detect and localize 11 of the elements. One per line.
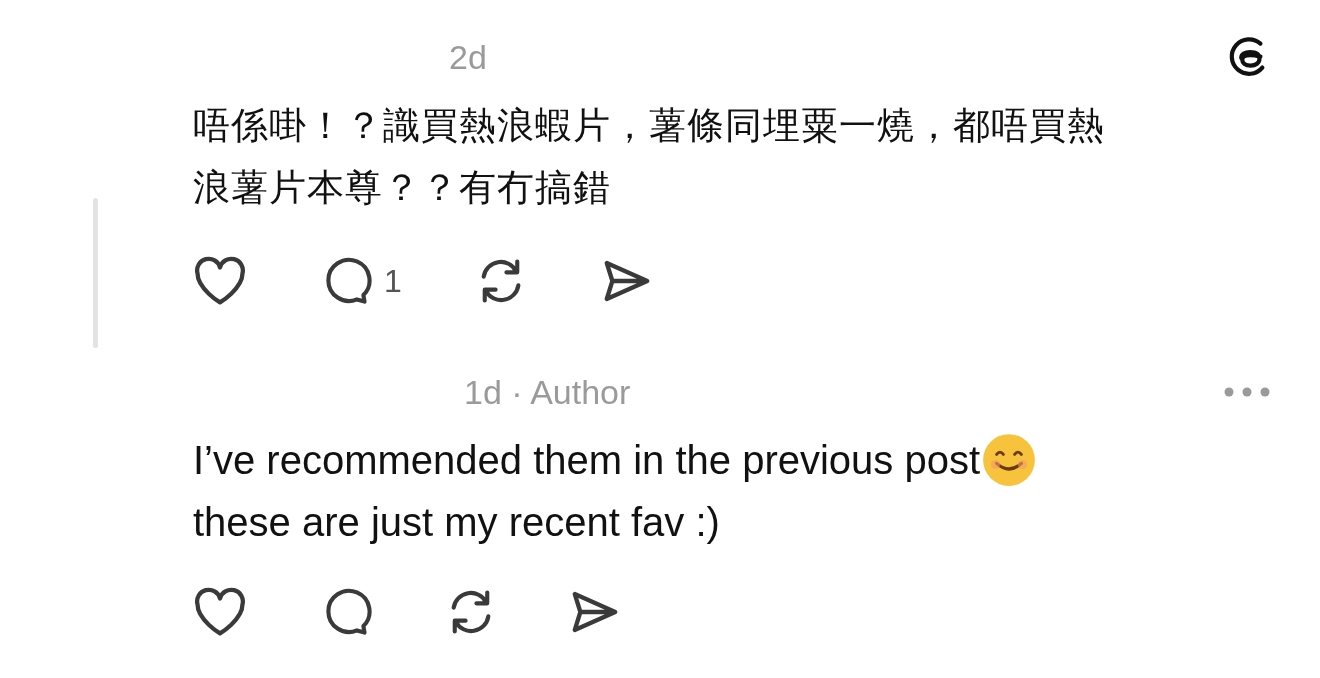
smiling-face-icon <box>982 433 1037 487</box>
comment-meta: 1d · Author <box>464 371 631 413</box>
reply-count: 1 <box>384 262 402 301</box>
comment-text: I’ve recommended them in the previous post <box>193 437 981 484</box>
heart-icon[interactable] <box>193 256 247 306</box>
comment-text: these are just my recent fav :) <box>193 499 720 546</box>
comment-meta: 2d <box>449 36 487 78</box>
more-icon[interactable] <box>1224 387 1270 397</box>
comment-text: 唔係啩！？識買熱浪蝦片，薯條同埋粟一燒，都唔買熱 <box>193 104 1105 148</box>
comment-text: 浪薯片本尊？？有冇搞錯 <box>193 166 611 210</box>
heart-icon[interactable] <box>193 587 247 637</box>
